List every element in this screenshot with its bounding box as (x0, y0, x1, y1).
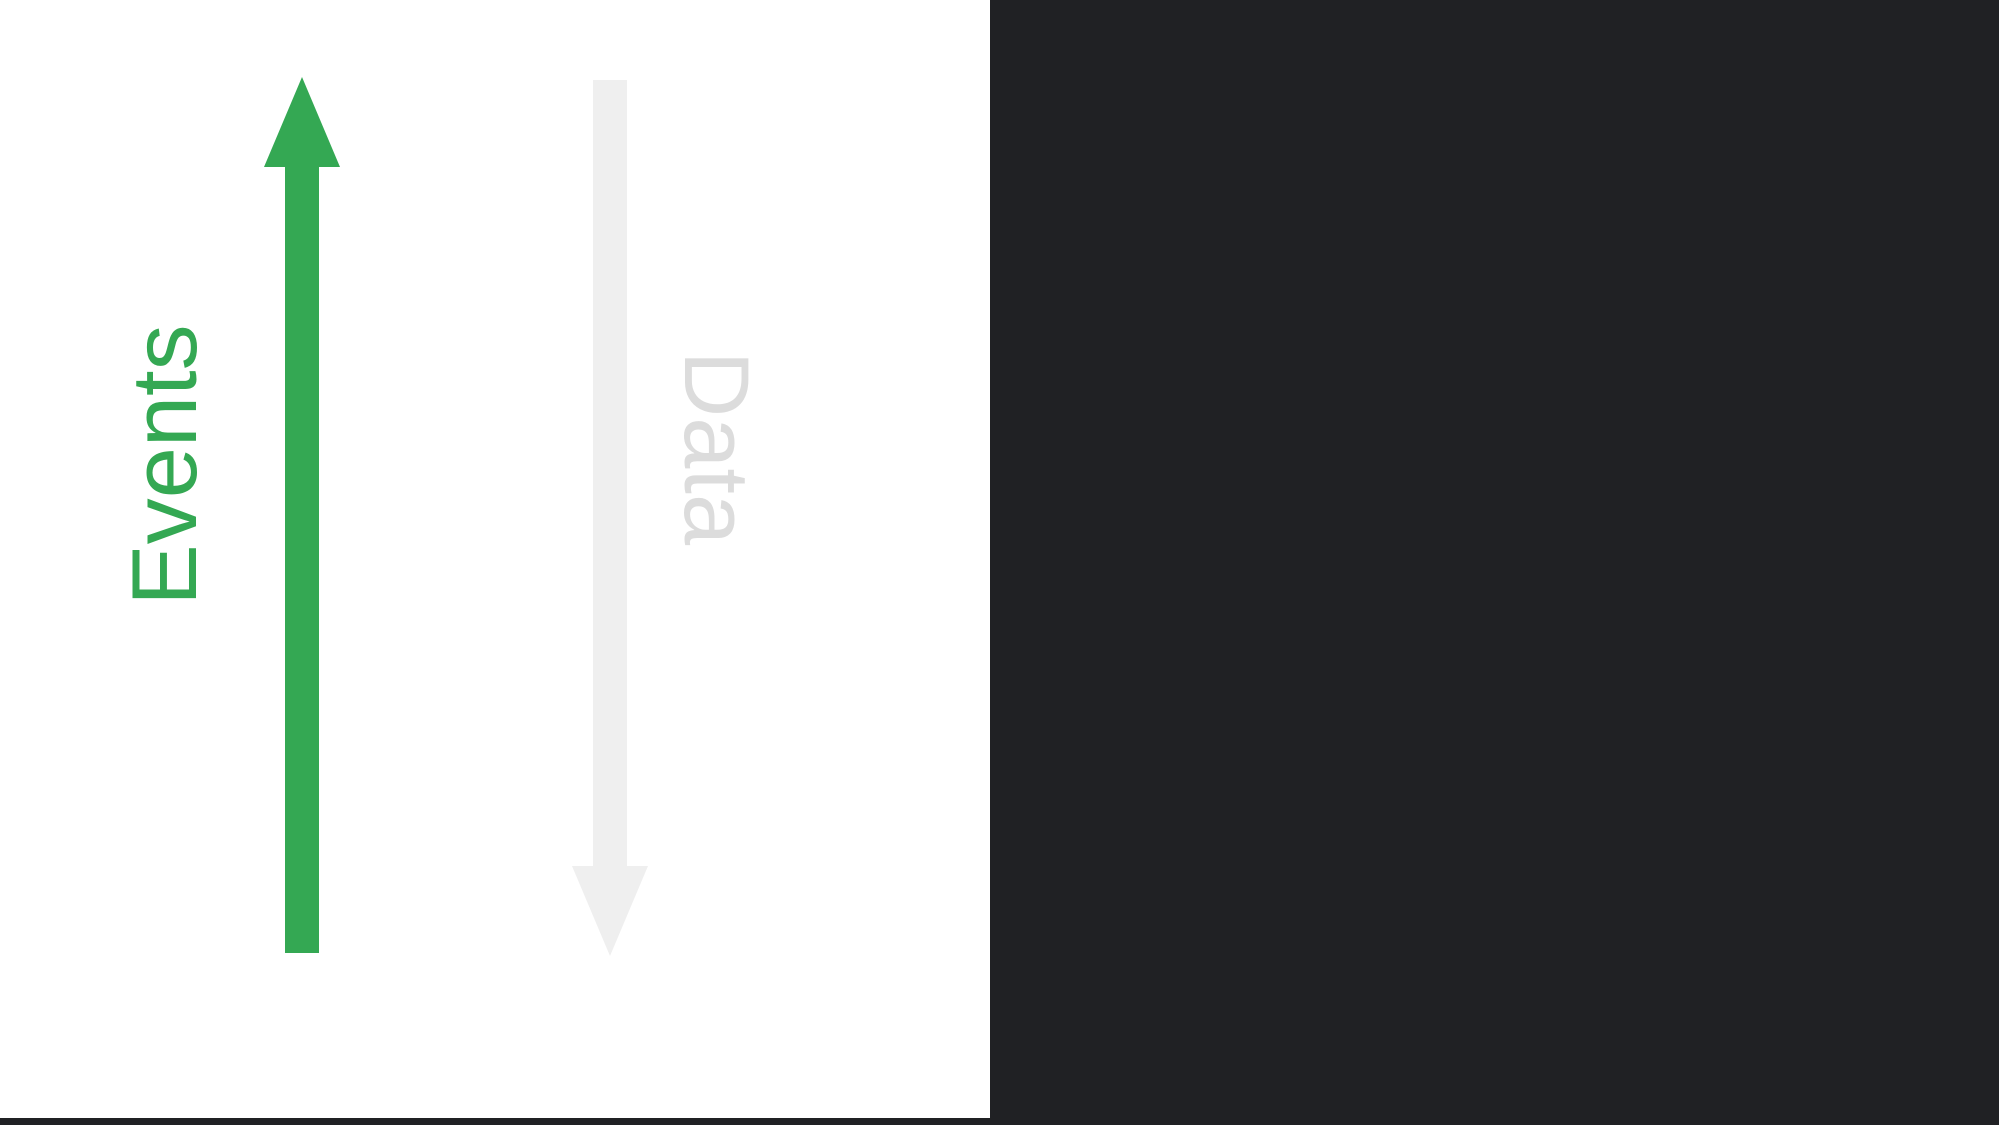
events-axis-label: Events (114, 324, 216, 606)
data-axis-label: Data (665, 350, 767, 546)
diagram-canvas: Events Data Screen NewsFeed Story Widget… (0, 0, 1999, 1125)
arrow-up-icon (264, 77, 340, 953)
legend-pane: Events Data (0, 0, 990, 1125)
arrow-down-icon (572, 80, 648, 956)
bottom-divider (0, 1118, 1999, 1125)
component-tree-pane: Screen NewsFeed Story Widget Story Widge… (990, 0, 1999, 1125)
